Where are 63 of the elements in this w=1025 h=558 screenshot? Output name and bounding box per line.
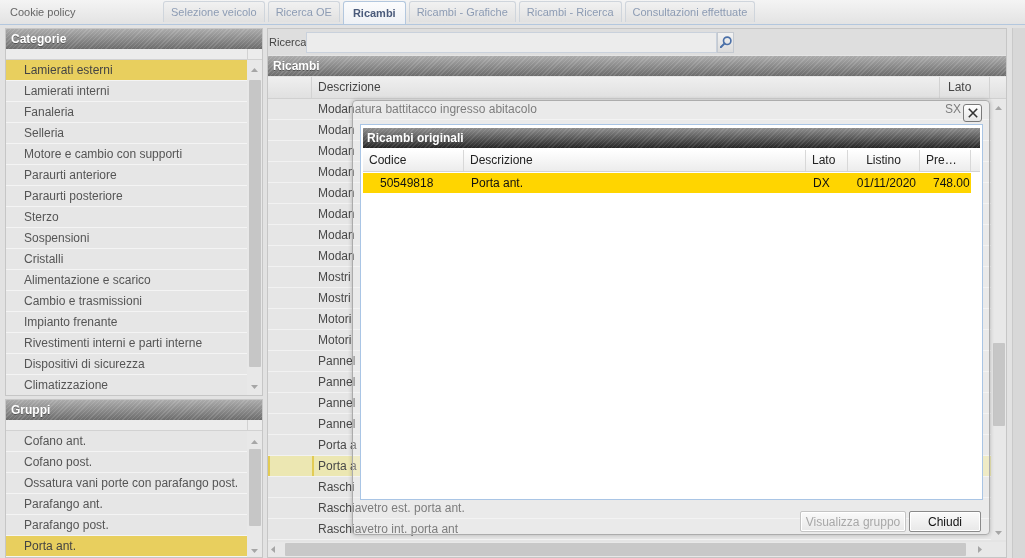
scrollbar-thumb[interactable]: [992, 343, 1005, 426]
dialog-button[interactable]: Chiudi: [909, 511, 981, 532]
table-cell: Pannel: [318, 354, 356, 368]
table-cell: Raschiavetro int. porta ant: [318, 522, 459, 536]
column-header[interactable]: Lato: [806, 150, 848, 171]
table-row[interactable]: 50549818 Porta ant. DX 01/11/2020 748.00: [363, 173, 971, 193]
list-item[interactable]: Lamierati esterni: [6, 60, 247, 81]
scrollbar[interactable]: [1012, 28, 1025, 558]
table-cell: Pannel: [318, 375, 356, 389]
scroll-down-icon[interactable]: [251, 549, 258, 553]
scroll-up-icon[interactable]: [251, 68, 258, 72]
search-label: Ricerca: [269, 36, 306, 48]
column-header[interactable]: Descrizione: [464, 150, 806, 171]
search-icon: [719, 36, 732, 48]
column-header[interactable]: Listino: [848, 150, 920, 171]
table-cell: Motori: [318, 312, 352, 326]
table-cell: Mostri: [318, 270, 351, 284]
table-cell: SX: [945, 102, 961, 116]
column-header[interactable]: Lato: [940, 77, 990, 98]
table-cell: Raschi: [318, 480, 355, 494]
panel-header: Ricambi: [268, 56, 1006, 76]
scroll-up-icon[interactable]: [995, 106, 1002, 110]
table-cell: Modan: [318, 207, 355, 221]
table-cell: Modan: [318, 228, 355, 242]
table-cell: Modan: [318, 144, 355, 158]
table-cell: Pannel: [318, 417, 356, 431]
panel-header: Gruppi: [6, 400, 262, 420]
table-cell: DX: [813, 176, 830, 190]
scrollbar-thumb[interactable]: [285, 543, 966, 556]
table-cell: Porta ant.: [471, 176, 524, 190]
tab[interactable]: Ricambi: [342, 1, 406, 24]
scrollbar-thumb[interactable]: [248, 449, 261, 526]
table-cell: Modan: [318, 186, 355, 200]
scrollbar[interactable]: [268, 542, 1006, 557]
table-cell: Modan: [318, 123, 355, 137]
close-icon: [967, 108, 978, 118]
table-cell: 50549818: [380, 176, 434, 190]
dialog-title: Ricambi originali: [363, 128, 980, 148]
column-header[interactable]: Codice: [363, 150, 464, 171]
scroll-right-icon[interactable]: [978, 546, 982, 553]
panel-header: Categorie: [6, 29, 262, 49]
table-cell: 748.00: [933, 176, 970, 190]
scrollbar-thumb[interactable]: [248, 80, 261, 367]
scrollbar[interactable]: [991, 99, 1006, 540]
scroll-down-icon[interactable]: [995, 531, 1002, 535]
table-cell: Pannel: [318, 396, 356, 410]
table-cell: Raschiavetro est. porta ant.: [318, 501, 465, 515]
table-cell: Modanatura battitacco ingresso abitacolo: [318, 102, 537, 116]
table-cell: Motori: [318, 333, 352, 347]
list-item[interactable]: Porta ant.: [6, 536, 247, 557]
scroll-down-icon[interactable]: [251, 385, 258, 389]
column-header[interactable]: Descrizione: [312, 77, 940, 98]
table-cell: 01/11/2020: [856, 176, 916, 190]
scroll-left-icon[interactable]: [271, 546, 275, 553]
cookie-link[interactable]: Cookie policy: [0, 6, 163, 18]
column-header[interactable]: Pre…: [920, 150, 971, 171]
search-field[interactable]: [306, 31, 717, 53]
scroll-up-icon[interactable]: [251, 440, 258, 444]
table-cell: Mostri: [318, 291, 351, 305]
close-button[interactable]: [963, 104, 982, 122]
table-cell: Modan: [318, 249, 355, 263]
table-cell: Modan: [318, 165, 355, 179]
search-button[interactable]: [717, 31, 734, 53]
